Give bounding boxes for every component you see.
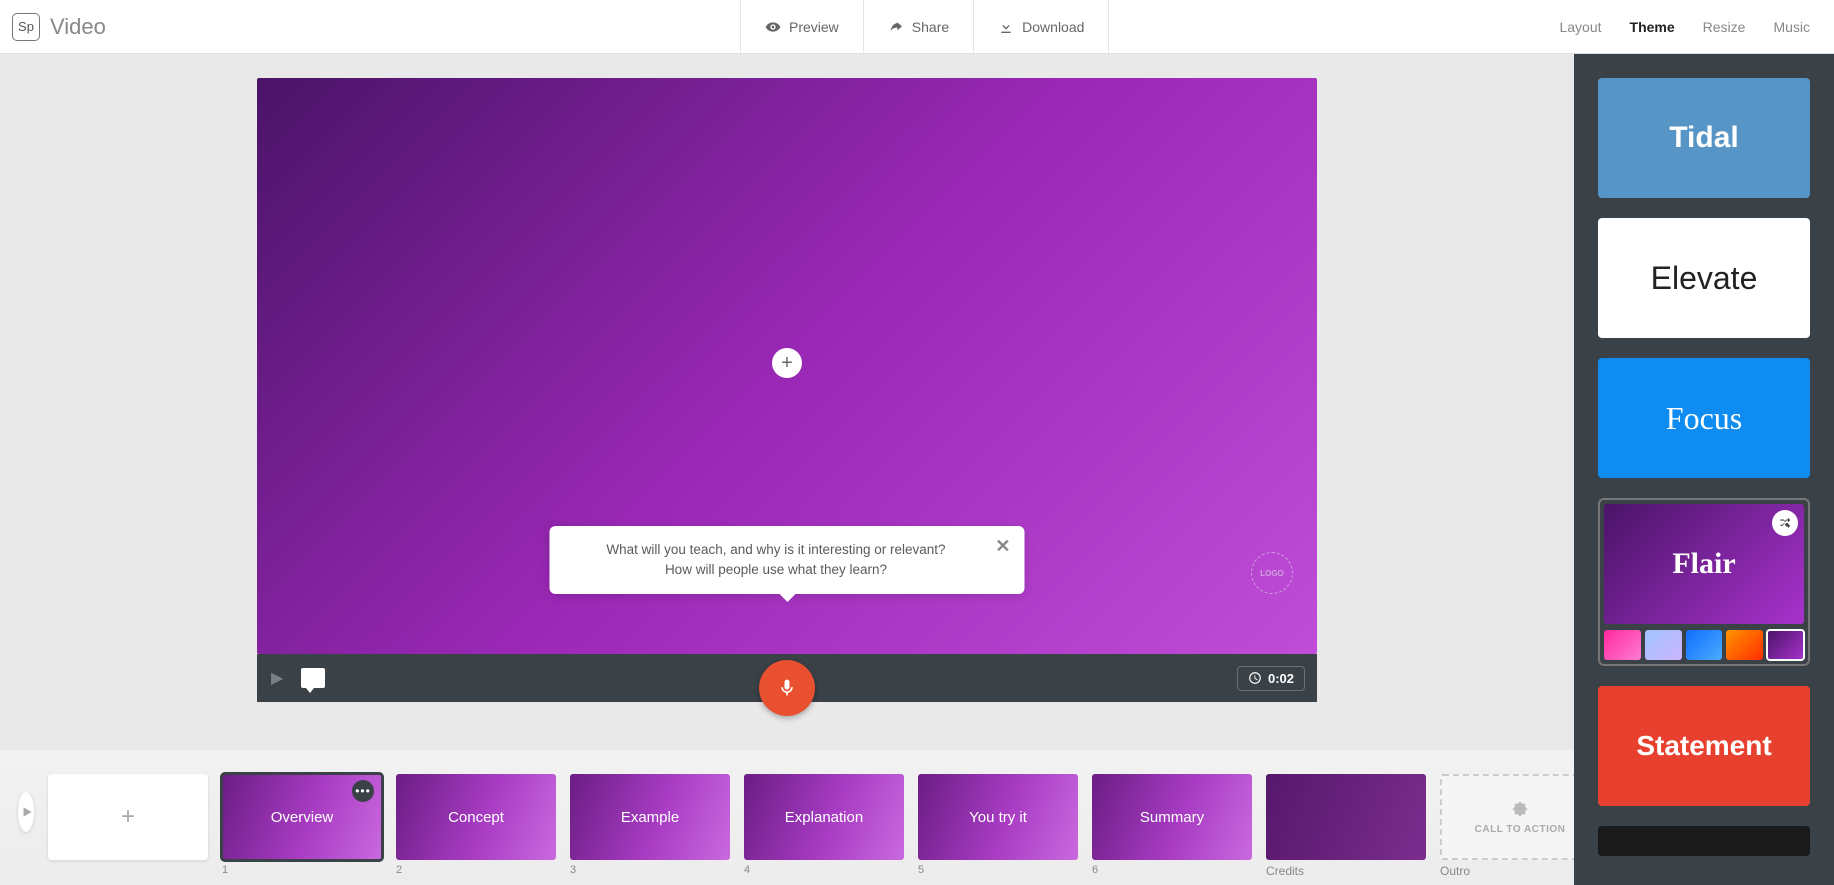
sp-logo-icon: Sp (12, 13, 40, 41)
clock-icon (1248, 671, 1262, 685)
microphone-icon (777, 678, 797, 698)
theme-statement[interactable]: Statement (1598, 686, 1810, 806)
tooltip-close-button[interactable]: ✕ (995, 536, 1010, 557)
theme-sidebar: Tidal Elevate Focus Flair Statement (1574, 54, 1834, 885)
brand: Sp Video (0, 13, 106, 41)
slide-6[interactable]: Summary 6 (1092, 774, 1252, 876)
tab-resize[interactable]: Resize (1703, 19, 1746, 35)
app-title: Video (50, 14, 106, 40)
tab-layout[interactable]: Layout (1559, 19, 1601, 35)
swatch-4[interactable] (1726, 630, 1763, 660)
play-icon (20, 805, 34, 819)
ellipsis-icon: ••• (355, 784, 371, 798)
add-content-button[interactable]: + (772, 348, 802, 378)
slide-4[interactable]: Explanation 4 (744, 774, 904, 876)
record-mic-button[interactable] (759, 660, 815, 716)
duration-text: 0:02 (1268, 671, 1294, 686)
download-label: Download (1022, 19, 1084, 35)
slide-title: Overview (271, 809, 334, 826)
timeline-play-button[interactable] (18, 792, 34, 832)
preview-label: Preview (789, 19, 839, 35)
cta-label: CALL TO ACTION (1475, 824, 1566, 835)
slide-3[interactable]: Example 3 (570, 774, 730, 876)
slide-number: 6 (1092, 864, 1252, 876)
header-tabs: Layout Theme Resize Music (1559, 19, 1810, 35)
canvas-wrap: + LOGO What will you teach, and why is i… (257, 78, 1317, 750)
slide-number: 4 (744, 864, 904, 876)
theme-next[interactable] (1598, 826, 1810, 856)
swatch-3[interactable] (1686, 630, 1723, 660)
plus-icon: + (121, 803, 135, 831)
canvas-play-button[interactable]: ▶ (271, 668, 283, 688)
share-label: Share (912, 19, 949, 35)
add-slide-button[interactable]: + (48, 774, 208, 860)
slide-canvas[interactable]: + LOGO What will you teach, and why is i… (257, 78, 1317, 654)
theme-flair-label: Flair (1672, 547, 1735, 581)
download-icon (998, 19, 1014, 35)
timeline: + Overview ••• 1 Concept 2 Example 3 Exp… (0, 750, 1574, 885)
slide-title: Concept (448, 809, 504, 826)
theme-flair-selected[interactable]: Flair (1598, 498, 1810, 666)
badge-icon (1511, 800, 1529, 818)
tooltip-line-2: How will people use what they learn? (578, 560, 975, 580)
shuffle-colors-button[interactable] (1772, 510, 1798, 536)
header-actions: Preview Share Download (740, 0, 1109, 53)
slide-5[interactable]: You try it 5 (918, 774, 1078, 876)
plus-icon: + (781, 352, 793, 375)
share-button[interactable]: Share (863, 0, 973, 53)
swatch-1[interactable] (1604, 630, 1641, 660)
tooltip-line-1: What will you teach, and why is it inter… (578, 540, 975, 560)
slide-title: Example (621, 809, 679, 826)
eye-icon (765, 19, 781, 35)
hint-tooltip: What will you teach, and why is it inter… (550, 526, 1025, 595)
main-area: + LOGO What will you teach, and why is i… (0, 54, 1574, 750)
preview-button[interactable]: Preview (740, 0, 863, 53)
theme-elevate[interactable]: Elevate (1598, 218, 1810, 338)
slide-title: Explanation (785, 809, 863, 826)
app-header: Sp Video Preview Share Download Layout T… (0, 0, 1834, 54)
slide-number: 3 (570, 864, 730, 876)
shuffle-icon (1778, 516, 1792, 530)
play-icon: ▶ (271, 670, 283, 687)
theme-focus[interactable]: Focus (1598, 358, 1810, 478)
slide-number: 1 (222, 864, 382, 876)
slide-title: Summary (1140, 809, 1204, 826)
tab-theme[interactable]: Theme (1630, 19, 1675, 35)
slide-2[interactable]: Concept 2 (396, 774, 556, 876)
slide-credits[interactable]: Credits (1266, 774, 1426, 878)
download-button[interactable]: Download (973, 0, 1109, 53)
color-swatches (1604, 630, 1804, 660)
swatch-5[interactable] (1767, 630, 1804, 660)
slide-number: 2 (396, 864, 556, 876)
slide-label: Credits (1266, 864, 1426, 878)
tab-music[interactable]: Music (1773, 19, 1810, 35)
theme-tidal[interactable]: Tidal (1598, 78, 1810, 198)
close-icon: ✕ (995, 536, 1010, 556)
caption-button[interactable] (301, 668, 325, 688)
duration-badge[interactable]: 0:02 (1237, 666, 1305, 691)
canvas-controls: ▶ 0:02 (257, 654, 1317, 702)
slide-number: 5 (918, 864, 1078, 876)
slide-options-button[interactable]: ••• (352, 780, 374, 802)
slide-title: You try it (969, 809, 1027, 826)
swatch-2[interactable] (1645, 630, 1682, 660)
share-arrow-icon (888, 19, 904, 35)
logo-placeholder[interactable]: LOGO (1251, 552, 1293, 594)
slide-1[interactable]: Overview ••• 1 (222, 774, 382, 876)
